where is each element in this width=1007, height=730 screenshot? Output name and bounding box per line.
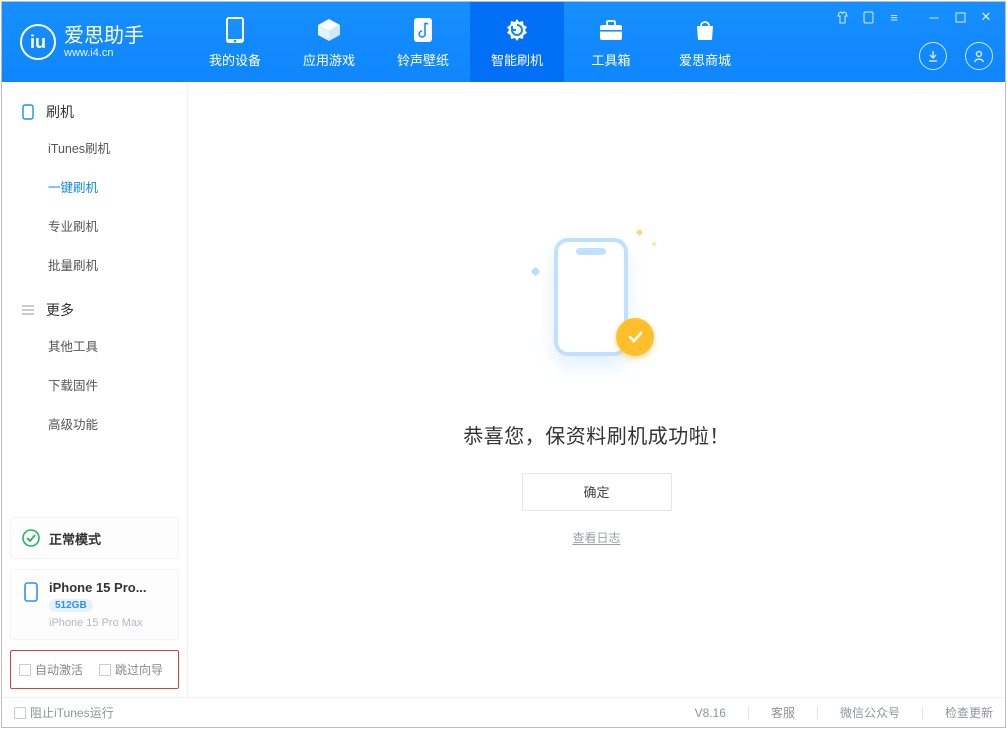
ok-button[interactable]: 确定 <box>522 473 672 511</box>
skin-icon[interactable] <box>833 8 851 26</box>
success-illustration <box>532 234 662 374</box>
nav-tools[interactable]: 工具箱 <box>564 2 658 82</box>
check-update-link[interactable]: 检查更新 <box>945 704 993 721</box>
version-label: V8.16 <box>695 706 726 720</box>
sidebar-item-pro-flash[interactable]: 专业刷机 <box>2 206 187 245</box>
maximize-button[interactable] <box>951 8 969 26</box>
phone-icon <box>221 16 249 44</box>
nav-apps-label: 应用游戏 <box>303 50 355 69</box>
checkbox-auto-activate[interactable]: 自动激活 <box>19 661 83 678</box>
main-nav: 我的设备 应用游戏 铃声壁纸 智能刷机 工具箱 爱思商城 <box>188 2 752 82</box>
sidebar-group-more: 更多 <box>2 294 187 326</box>
main-content: 恭喜您，保资料刷机成功啦！ 确定 查看日志 <box>188 82 1005 697</box>
nav-device-label: 我的设备 <box>209 50 261 69</box>
device-name: iPhone 15 Pro... <box>49 580 168 595</box>
menu-icon[interactable]: ≡ <box>885 8 903 26</box>
logo-icon: iu <box>20 24 56 60</box>
app-title: 爱思助手 <box>64 26 144 46</box>
sidebar-item-itunes-flash[interactable]: iTunes刷机 <box>2 128 187 167</box>
nav-apps[interactable]: 应用游戏 <box>282 2 376 82</box>
close-button[interactable]: ✕ <box>977 8 995 26</box>
cube-icon <box>315 16 343 44</box>
nav-flash-label: 智能刷机 <box>491 50 543 69</box>
sidebar: 刷机 iTunes刷机 一键刷机 专业刷机 批量刷机 更多 其他工具 下载固件 … <box>2 82 188 697</box>
download-button[interactable] <box>919 42 947 70</box>
nav-ringtones-label: 铃声壁纸 <box>397 50 449 69</box>
view-log-link[interactable]: 查看日志 <box>572 529 620 546</box>
device-mode-card[interactable]: 正常模式 <box>10 517 179 559</box>
minimize-button[interactable]: ─ <box>925 8 943 26</box>
sidebar-item-advanced[interactable]: 高级功能 <box>2 404 187 443</box>
support-link[interactable]: 客服 <box>771 704 795 721</box>
refresh-gear-icon <box>503 16 531 44</box>
checkbox-block-itunes[interactable]: 阻止iTunes运行 <box>14 704 114 721</box>
device-phone-icon <box>21 582 41 602</box>
account-button[interactable] <box>965 42 993 70</box>
nav-store[interactable]: 爱思商城 <box>658 2 752 82</box>
options-highlight-box: 自动激活 跳过向导 <box>10 650 179 689</box>
nav-device[interactable]: 我的设备 <box>188 2 282 82</box>
device-fullname: iPhone 15 Pro Max <box>49 617 168 629</box>
app-site: www.i4.cn <box>64 48 144 59</box>
nav-flash[interactable]: 智能刷机 <box>470 2 564 82</box>
sidebar-item-firmware[interactable]: 下载固件 <box>2 365 187 404</box>
status-ok-icon <box>21 528 41 548</box>
more-icon <box>20 302 36 318</box>
app-header: iu 爱思助手 www.i4.cn 我的设备 应用游戏 铃声壁纸 智能刷机 <box>2 2 1005 82</box>
music-icon <box>409 16 437 44</box>
wechat-link[interactable]: 微信公众号 <box>840 704 900 721</box>
nav-store-label: 爱思商城 <box>679 50 731 69</box>
device-capacity-badge: 512GB <box>49 599 93 612</box>
sidebar-group-flash: 刷机 <box>2 96 187 128</box>
phone-small-icon <box>20 104 36 120</box>
sidebar-item-batch-flash[interactable]: 批量刷机 <box>2 245 187 284</box>
status-bar: 阻止iTunes运行 V8.16 客服 微信公众号 检查更新 <box>2 697 1005 727</box>
checkbox-skip-guide[interactable]: 跳过向导 <box>99 661 163 678</box>
bag-icon <box>691 16 719 44</box>
window-controls: ≡ ─ ✕ <box>833 8 995 26</box>
nav-tools-label: 工具箱 <box>591 50 630 69</box>
check-icon <box>616 318 654 356</box>
sidebar-item-other-tools[interactable]: 其他工具 <box>2 326 187 365</box>
device-card[interactable]: iPhone 15 Pro... 512GB iPhone 15 Pro Max <box>10 569 179 640</box>
sidebar-item-oneclick-flash[interactable]: 一键刷机 <box>2 167 187 206</box>
success-message: 恭喜您，保资料刷机成功啦！ <box>463 420 730 449</box>
toolbox-icon <box>597 16 625 44</box>
feedback-icon[interactable] <box>859 8 877 26</box>
logo: iu 爱思助手 www.i4.cn <box>2 24 188 60</box>
device-mode-label: 正常模式 <box>49 529 101 548</box>
nav-ringtones[interactable]: 铃声壁纸 <box>376 2 470 82</box>
